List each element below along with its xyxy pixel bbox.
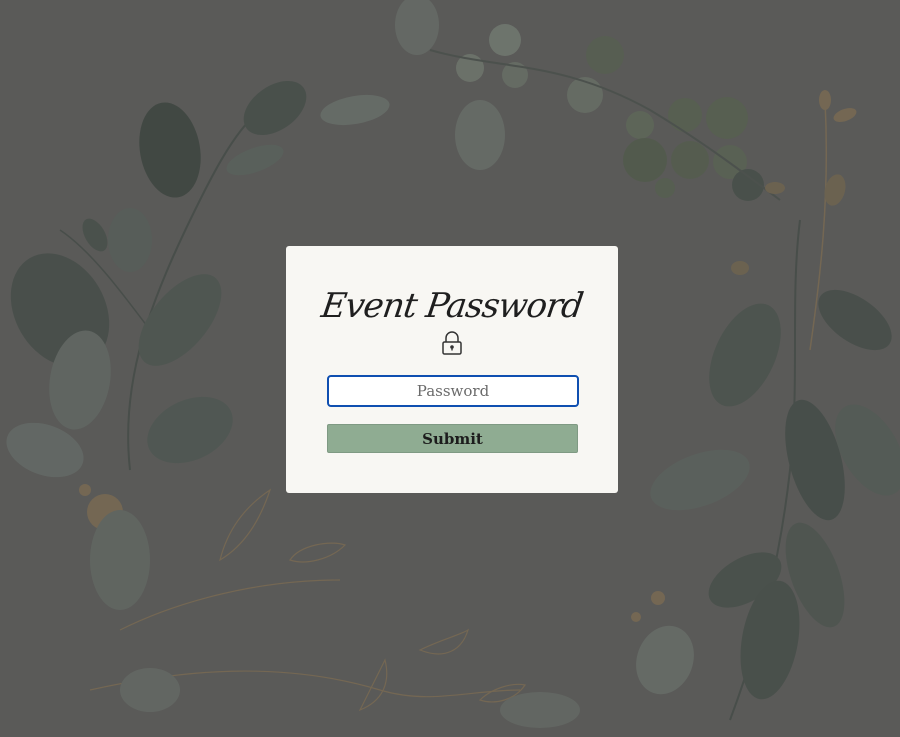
- password-input[interactable]: [327, 375, 579, 407]
- submit-button[interactable]: Submit: [327, 424, 578, 453]
- dialog-title: Event Password: [318, 286, 586, 326]
- password-dialog: Event Password Submit: [286, 246, 618, 493]
- lock-icon: [442, 331, 462, 355]
- page: Event Password Submit: [0, 0, 900, 737]
